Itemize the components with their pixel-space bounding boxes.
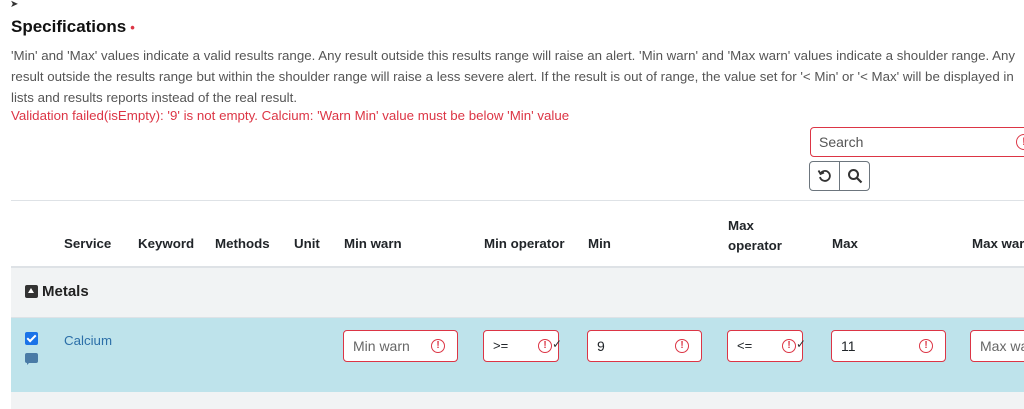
- next-table-row: [11, 392, 1024, 409]
- section-title: Specifications •: [11, 17, 135, 36]
- max-operator-select[interactable]: <= ! ✓: [727, 330, 807, 362]
- min-warn-field[interactable]: !: [343, 330, 458, 362]
- column-header-methods[interactable]: Methods: [215, 236, 270, 251]
- column-header-service[interactable]: Service: [64, 236, 111, 251]
- search-icon: [847, 169, 862, 184]
- reset-button[interactable]: [809, 161, 840, 191]
- error-icon: !: [538, 339, 552, 353]
- column-header-max-operator[interactable]: Max operator: [728, 216, 782, 256]
- category-label: Metals: [42, 283, 89, 300]
- collapse-icon[interactable]: [25, 285, 38, 298]
- column-header-max-operator-line2: operator: [728, 238, 782, 253]
- min-operator-select[interactable]: >= ! ✓: [483, 330, 563, 362]
- search-button[interactable]: [839, 161, 870, 191]
- min-operator-value: >=: [493, 338, 509, 353]
- column-header-min[interactable]: Min: [588, 236, 611, 251]
- error-icon: !: [431, 339, 445, 353]
- comment-icon[interactable]: [25, 353, 38, 365]
- undo-icon: [817, 170, 831, 182]
- min-input[interactable]: [588, 331, 688, 361]
- error-icon: !: [675, 339, 689, 353]
- table-row: Calcium ! >= ! ✓ ! <= ! ✓ !: [11, 318, 1024, 392]
- column-header-max[interactable]: Max: [832, 236, 858, 251]
- max-field[interactable]: !: [831, 330, 946, 362]
- column-header-max-warn[interactable]: Max warn: [972, 236, 1024, 251]
- max-warn-input[interactable]: [971, 331, 1024, 361]
- column-header-min-warn[interactable]: Min warn: [344, 236, 402, 251]
- required-marker: •: [130, 20, 135, 36]
- search-field[interactable]: !: [810, 127, 1024, 157]
- column-header-min-operator[interactable]: Min operator: [484, 236, 565, 251]
- min-field[interactable]: !: [587, 330, 702, 362]
- service-link[interactable]: Calcium: [64, 333, 112, 348]
- max-input[interactable]: [832, 331, 932, 361]
- error-icon: !: [919, 339, 933, 353]
- min-warn-input[interactable]: [344, 331, 444, 361]
- chevron-down-icon: ✓: [796, 337, 807, 351]
- max-operator-value: <=: [737, 338, 753, 353]
- validation-error: Validation failed(isEmpty): '9' is not e…: [11, 108, 570, 123]
- column-header-keyword[interactable]: Keyword: [138, 236, 194, 251]
- column-header-unit[interactable]: Unit: [294, 236, 320, 251]
- search-input[interactable]: [811, 128, 1019, 156]
- chevron-down-icon: ✓: [552, 337, 563, 351]
- column-header-max-operator-line1: Max: [728, 218, 754, 233]
- section-description: 'Min' and 'Max' values indicate a valid …: [11, 48, 1016, 105]
- divider: [11, 200, 1024, 201]
- search-button-group: [809, 161, 870, 191]
- row-checkbox[interactable]: [25, 332, 38, 345]
- error-icon: !: [782, 339, 796, 353]
- category-row[interactable]: Metals: [11, 268, 1024, 318]
- mouse-cursor-icon: ➤: [10, 0, 19, 10]
- max-warn-field[interactable]: [970, 330, 1024, 362]
